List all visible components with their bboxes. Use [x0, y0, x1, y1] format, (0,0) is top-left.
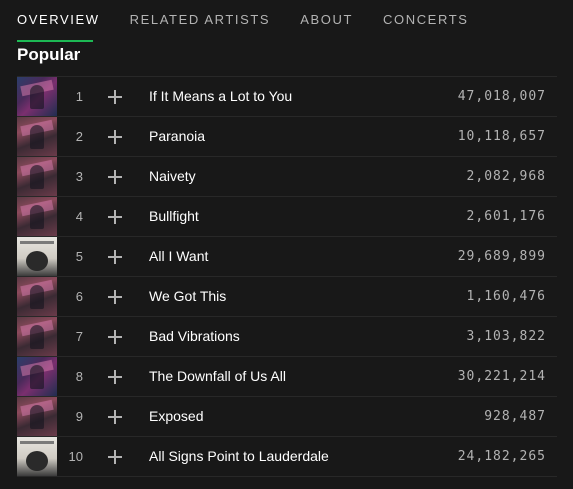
track-row[interactable]: 10 All Signs Point to Lauderdale 24,182,…	[17, 437, 557, 477]
track-row[interactable]: 8 The Downfall of Us All 30,221,214	[17, 357, 557, 397]
track-number: 10	[68, 449, 83, 464]
track-number: 6	[75, 289, 83, 304]
album-art-pink-maroon	[17, 277, 57, 316]
add-icon[interactable]	[107, 329, 123, 345]
track-number: 5	[75, 249, 83, 264]
track-number: 3	[75, 169, 83, 184]
track-number: 2	[75, 129, 83, 144]
add-icon[interactable]	[107, 449, 123, 465]
track-title[interactable]: The Downfall of Us All	[149, 357, 286, 396]
album-art-pink-maroon	[17, 317, 57, 356]
add-icon[interactable]	[107, 369, 123, 385]
play-count: 2,082,968	[466, 169, 546, 184]
play-count: 1,160,476	[466, 289, 546, 304]
tab-related-artists[interactable]: RELATED ARTISTS	[130, 12, 271, 42]
album-art-blue-purple	[17, 77, 57, 116]
play-count: 10,118,657	[457, 129, 546, 144]
track-title[interactable]: Bullfight	[149, 197, 199, 236]
track-row[interactable]: 7 Bad Vibrations 3,103,822	[17, 317, 557, 357]
track-number: 4	[75, 209, 83, 224]
track-title[interactable]: All I Want	[149, 237, 208, 276]
track-row[interactable]: 5 All I Want 29,689,899	[17, 237, 557, 277]
album-art-pink-maroon	[17, 157, 57, 196]
tab-overview[interactable]: OVERVIEW	[17, 12, 100, 42]
track-row[interactable]: 4 Bullfight 2,601,176	[17, 197, 557, 237]
album-art-pink-maroon	[17, 397, 57, 436]
track-title[interactable]: If It Means a Lot to You	[149, 77, 292, 116]
track-row[interactable]: 2 Paranoia 10,118,657	[17, 117, 557, 157]
play-count: 3,103,822	[466, 329, 546, 344]
add-icon[interactable]	[107, 409, 123, 425]
play-count: 2,601,176	[466, 209, 546, 224]
add-icon[interactable]	[107, 89, 123, 105]
play-count: 29,689,899	[457, 249, 546, 264]
add-icon[interactable]	[107, 249, 123, 265]
track-title[interactable]: Naivety	[149, 157, 196, 196]
add-icon[interactable]	[107, 129, 123, 145]
album-art-blue-purple	[17, 357, 57, 396]
track-number: 1	[75, 89, 83, 104]
tab-concerts[interactable]: CONCERTS	[383, 12, 469, 42]
album-art-pink-maroon	[17, 197, 57, 236]
track-title[interactable]: We Got This	[149, 277, 226, 316]
track-title[interactable]: Bad Vibrations	[149, 317, 240, 356]
popular-track-list: 1 If It Means a Lot to You 47,018,007 2 …	[17, 76, 557, 477]
add-icon[interactable]	[107, 289, 123, 305]
tab-about[interactable]: ABOUT	[300, 12, 353, 42]
track-number: 8	[75, 369, 83, 384]
play-count: 928,487	[484, 409, 546, 424]
track-row[interactable]: 9 Exposed 928,487	[17, 397, 557, 437]
track-row[interactable]: 6 We Got This 1,160,476	[17, 277, 557, 317]
add-icon[interactable]	[107, 169, 123, 185]
track-number: 7	[75, 329, 83, 344]
play-count: 47,018,007	[457, 89, 546, 104]
track-row[interactable]: 3 Naivety 2,082,968	[17, 157, 557, 197]
track-row[interactable]: 1 If It Means a Lot to You 47,018,007	[17, 77, 557, 117]
play-count: 30,221,214	[457, 369, 546, 384]
artist-page: OVERVIEW RELATED ARTISTS ABOUT CONCERTS …	[0, 0, 573, 489]
track-title[interactable]: Paranoia	[149, 117, 205, 156]
header-cropped	[0, 0, 573, 8]
section-title-popular: Popular	[17, 45, 81, 64]
track-title[interactable]: Exposed	[149, 397, 203, 436]
artist-tabs: OVERVIEW RELATED ARTISTS ABOUT CONCERTS	[17, 12, 469, 42]
play-count: 24,182,265	[457, 449, 546, 464]
album-art-pink-maroon	[17, 117, 57, 156]
add-icon[interactable]	[107, 209, 123, 225]
track-number: 9	[75, 409, 83, 424]
album-art-white-bird	[17, 237, 57, 276]
track-title[interactable]: All Signs Point to Lauderdale	[149, 437, 329, 476]
album-art-white-bird	[17, 437, 57, 476]
